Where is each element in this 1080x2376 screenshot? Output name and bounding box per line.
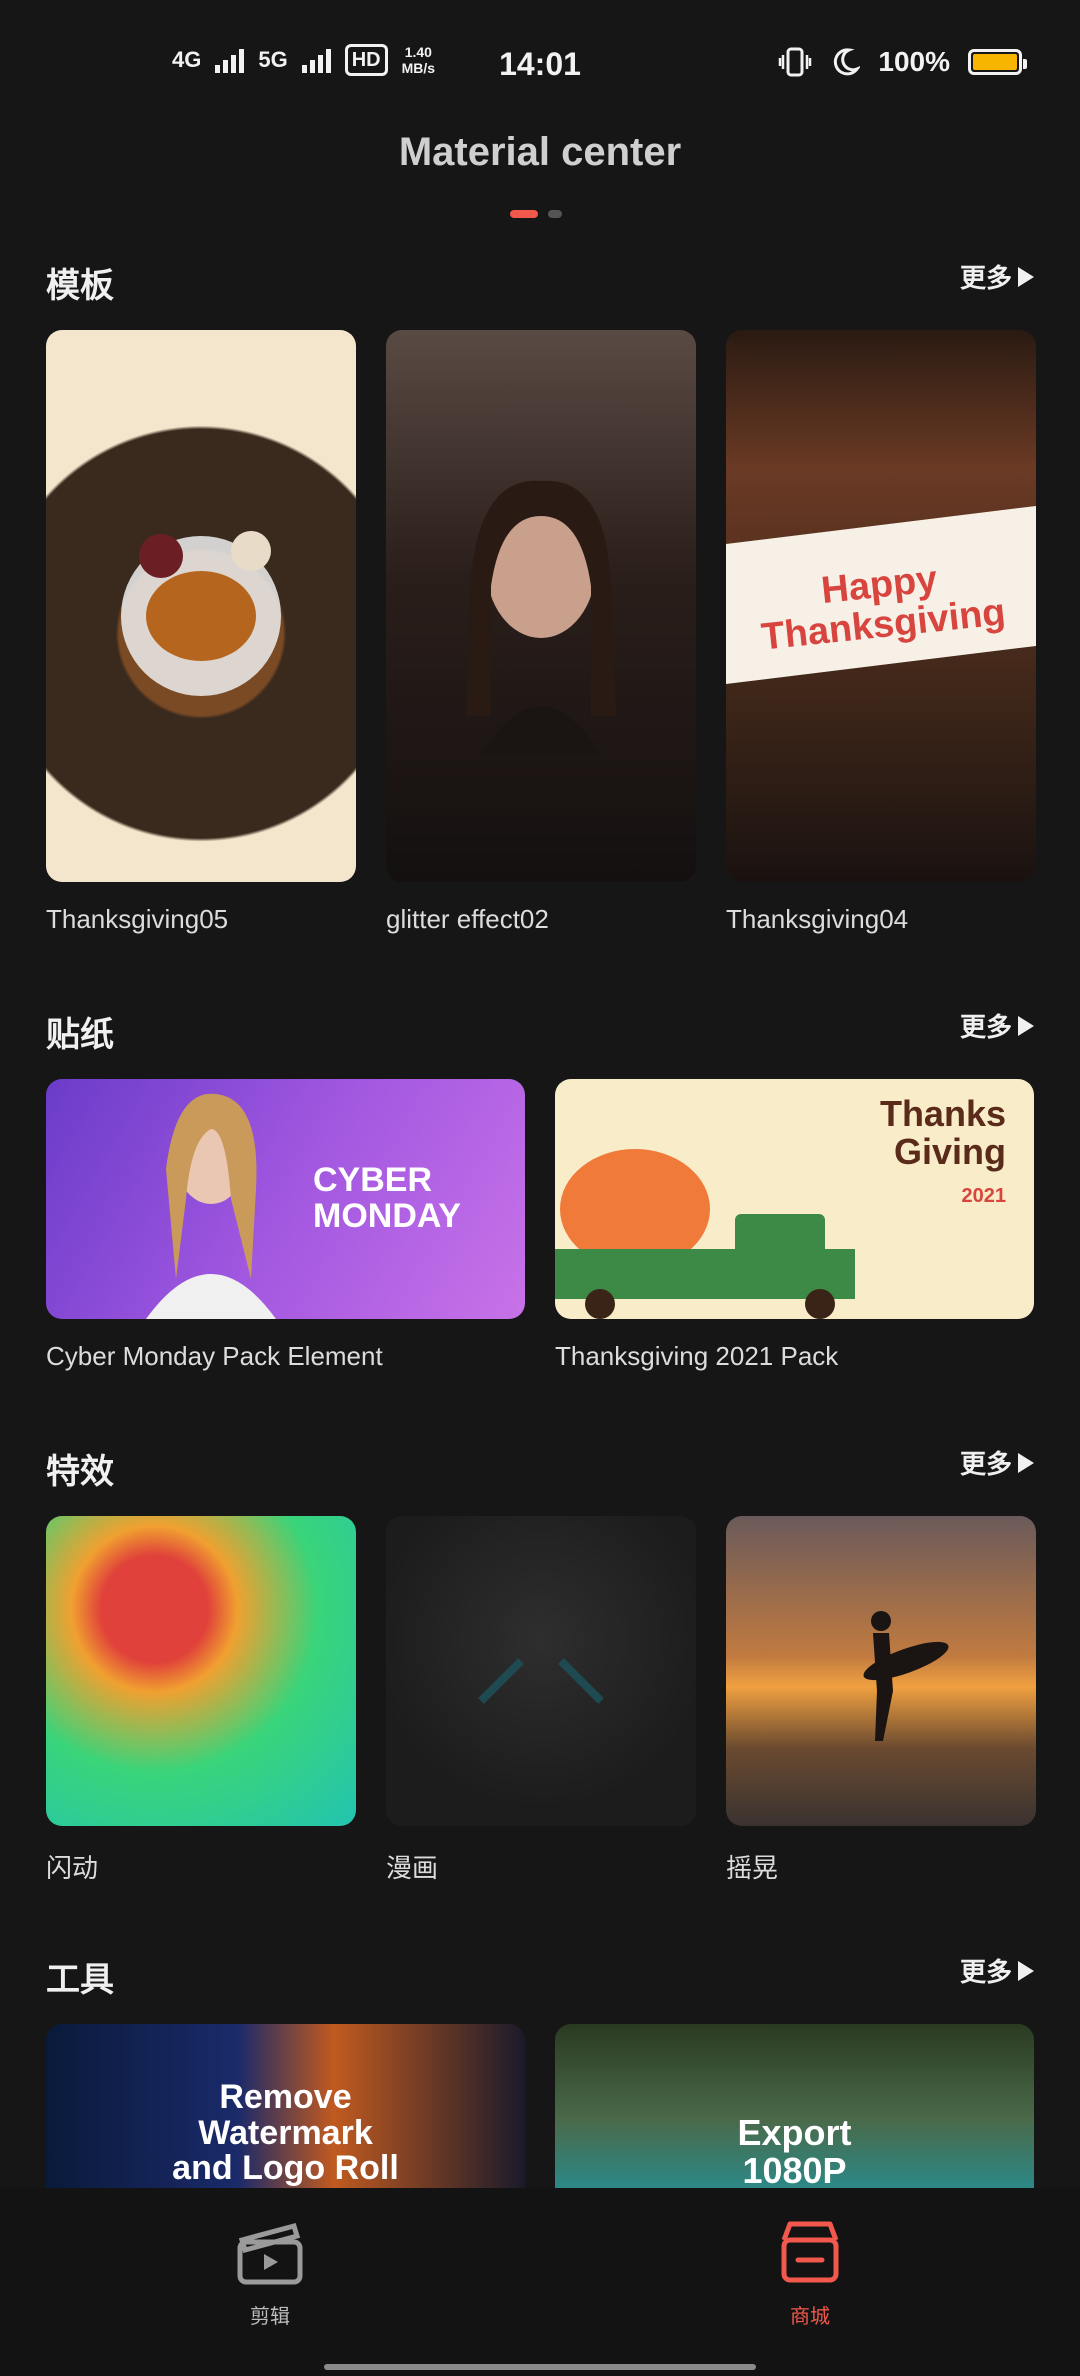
template-card[interactable]: glitter effect02 bbox=[386, 330, 696, 935]
section-effects: 特效 更多 闪动 漫画 摇晃 bbox=[46, 1444, 1036, 1885]
tool-card[interactable]: Remove Watermark and Logo Roll bbox=[46, 2024, 525, 2188]
overlay-line: Watermark bbox=[198, 2113, 373, 2152]
tool-grid: Remove Watermark and Logo Roll Export 10… bbox=[46, 2024, 1034, 2188]
section-title: 模板 bbox=[46, 267, 114, 305]
overlay-line: 1080P bbox=[742, 2149, 847, 2188]
section-title: 特效 bbox=[46, 1453, 114, 1491]
play-arrow-icon bbox=[1018, 266, 1034, 287]
tool-thumbnail: Export 1080P bbox=[555, 2024, 1034, 2188]
page-dot-active[interactable] bbox=[510, 210, 538, 218]
play-arrow-icon bbox=[1018, 1960, 1034, 1981]
section-header: 工具 更多 bbox=[46, 1952, 1034, 2002]
overlay-line: Giving bbox=[893, 1130, 1006, 1172]
woman-photo-icon bbox=[146, 1093, 276, 1319]
section-tools: 工具 更多 Remove Watermark and Logo Roll Exp… bbox=[46, 1952, 1034, 2188]
overlay-line: 2021 bbox=[961, 1184, 1007, 1207]
sticker-thumbnail: CYBER MONDAY bbox=[46, 1079, 525, 1319]
section-title: 工具 bbox=[46, 1961, 114, 1999]
comic-face-icon bbox=[478, 1658, 604, 1704]
template-thumbnail bbox=[46, 330, 356, 882]
more-label: 更多 bbox=[959, 1449, 1012, 1479]
template-card[interactable]: Happy Thanksgiving Thanksgiving04 bbox=[726, 330, 1036, 935]
effect-label: 漫画 bbox=[386, 1853, 439, 1883]
effect-grid: 闪动 漫画 摇晃 bbox=[46, 1516, 1036, 1885]
section-header: 特效 更多 bbox=[46, 1444, 1034, 1494]
effect-label: 摇晃 bbox=[726, 1853, 779, 1883]
sticker-label: Cyber Monday Pack Element bbox=[46, 1341, 383, 1371]
more-button[interactable]: 更多 bbox=[960, 258, 1034, 295]
effect-thumbnail bbox=[726, 1516, 1036, 1826]
template-grid: Thanksgiving05 glitter effect02 Happy Th… bbox=[46, 330, 1036, 935]
play-arrow-icon bbox=[1018, 1015, 1034, 1036]
tool-thumbnail: Remove Watermark and Logo Roll bbox=[46, 2024, 525, 2188]
moon-icon bbox=[834, 48, 861, 76]
tab-edit-label: 剪辑 bbox=[250, 2306, 290, 2328]
template-label: Thanksgiving04 bbox=[726, 904, 909, 934]
tab-store-label: 商城 bbox=[790, 2306, 830, 2328]
page-title: Material center bbox=[398, 130, 682, 174]
effect-label: 闪动 bbox=[46, 1853, 99, 1883]
more-button[interactable]: 更多 bbox=[960, 1444, 1034, 1481]
sticker-grid: CYBER MONDAY Cyber Monday Pack Element T… bbox=[46, 1079, 1034, 1372]
overlay-line: Remove bbox=[219, 2078, 352, 2116]
section-title: 贴纸 bbox=[46, 1016, 114, 1054]
tab-edit[interactable]: 剪辑 bbox=[190, 2218, 350, 2329]
sticker-card[interactable]: CYBER MONDAY Cyber Monday Pack Element bbox=[46, 1079, 525, 1372]
more-label: 更多 bbox=[959, 263, 1012, 293]
overlay-line: and Logo Roll bbox=[172, 2149, 399, 2188]
effect-card[interactable]: 闪动 bbox=[46, 1516, 356, 1885]
template-label: glitter effect02 bbox=[386, 904, 549, 934]
overlay-line: MONDAY bbox=[313, 1197, 461, 1235]
section-templates: 模板 更多 Thanksgiving05 glitter effect02 Ha… bbox=[46, 258, 1036, 938]
overlay-line: Thanks bbox=[879, 1093, 1006, 1134]
sticker-label: Thanksgiving 2021 Pack bbox=[555, 1341, 839, 1371]
food-plate-icon bbox=[121, 531, 281, 696]
sticker-card[interactable]: Thanks Giving 2021 Thanksgiving 2021 Pac… bbox=[555, 1079, 1034, 1372]
more-label: 更多 bbox=[959, 1012, 1012, 1042]
home-indicator[interactable] bbox=[324, 2364, 756, 2370]
more-label: 更多 bbox=[959, 1957, 1012, 1987]
section-header: 贴纸 更多 bbox=[46, 1007, 1034, 1057]
surfer-icon bbox=[863, 1611, 949, 1741]
tool-overlay-text: Remove Watermark and Logo Roll bbox=[172, 2078, 399, 2188]
sticker-overlay-text: Thanks Giving 2021 bbox=[880, 1095, 1006, 1208]
status-right: 100% bbox=[778, 46, 1027, 78]
effect-card[interactable]: 漫画 bbox=[386, 1516, 696, 1885]
bottom-tab-bar: 剪辑 商城 bbox=[0, 2188, 1080, 2376]
battery-icon bbox=[968, 49, 1027, 75]
clapperboard-icon bbox=[237, 2222, 303, 2285]
sticker-thumbnail: Thanks Giving 2021 bbox=[555, 1079, 1034, 1319]
page-dot[interactable] bbox=[548, 210, 562, 218]
effect-thumbnail bbox=[46, 1516, 356, 1826]
section-stickers: 贴纸 更多 CYBER MONDAY Cyber Monday Pack Ele… bbox=[46, 1007, 1034, 1387]
tab-store[interactable]: 商城 bbox=[730, 2218, 890, 2329]
play-arrow-icon bbox=[1018, 1452, 1034, 1473]
overlay-line: CYBER bbox=[313, 1161, 433, 1200]
section-header: 模板 更多 bbox=[46, 258, 1034, 308]
pumpkin-truck-icon bbox=[555, 1149, 855, 1319]
template-label: Thanksgiving05 bbox=[46, 904, 229, 934]
template-card[interactable]: Thanksgiving05 bbox=[46, 330, 356, 935]
page-indicator bbox=[510, 210, 562, 218]
sticker-overlay-text: CYBER MONDAY bbox=[313, 1161, 461, 1235]
portrait-icon bbox=[466, 480, 616, 756]
effect-card[interactable]: 摇晃 bbox=[726, 1516, 1036, 1885]
overlay-line: Export bbox=[737, 2112, 852, 2153]
template-thumbnail: Happy Thanksgiving bbox=[726, 330, 1036, 882]
battery-percent: 100% bbox=[878, 46, 950, 77]
effect-thumbnail bbox=[386, 1516, 696, 1826]
tool-card[interactable]: Export 1080P bbox=[555, 2024, 1034, 2188]
vibrate-icon bbox=[779, 47, 812, 77]
more-button[interactable]: 更多 bbox=[960, 1007, 1034, 1044]
store-icon bbox=[781, 2221, 839, 2283]
more-button[interactable]: 更多 bbox=[960, 1952, 1034, 1989]
tool-overlay-text: Export 1080P bbox=[737, 2114, 851, 2188]
status-bar: 4G 5G HD 1.40 MB/s 14:01 100% bbox=[0, 0, 1080, 130]
template-thumbnail bbox=[386, 330, 696, 882]
